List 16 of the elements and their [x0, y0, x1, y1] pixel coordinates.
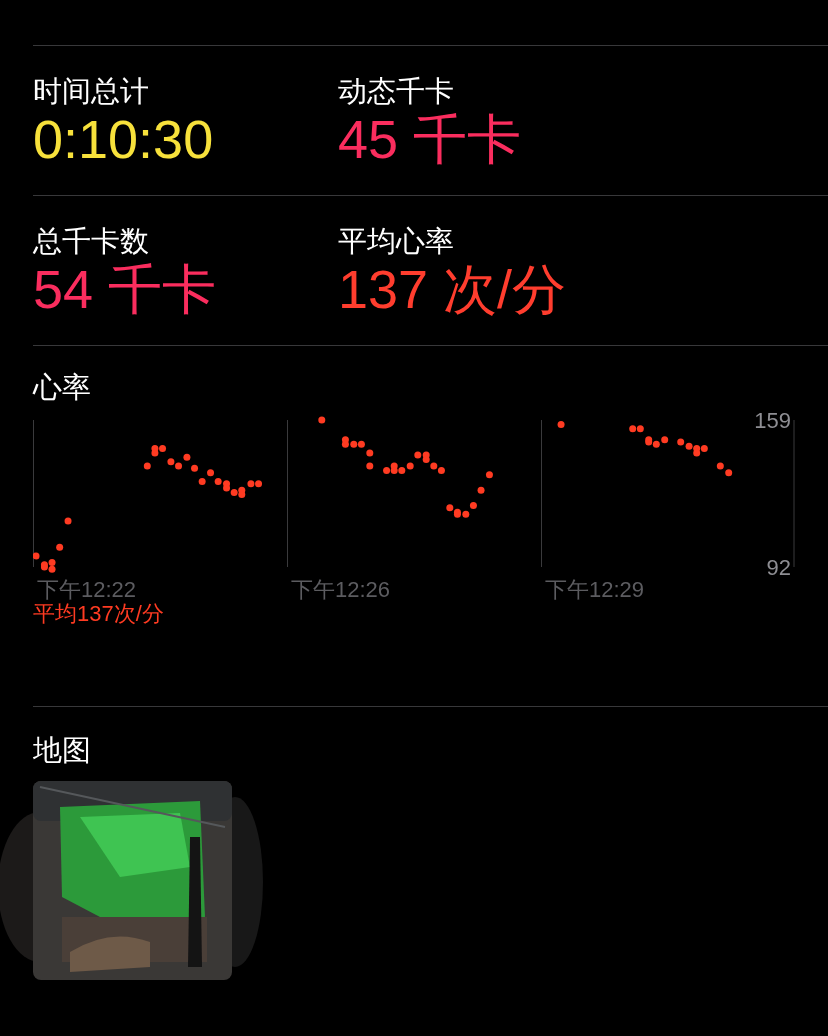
section-title: 心率 — [33, 370, 91, 404]
stat-value: 45 千卡 — [338, 108, 522, 170]
stat-label: 平均心率 — [338, 224, 454, 258]
average-heart-rate: 平均137次/分 — [33, 601, 164, 627]
section-title: 地图 — [33, 733, 91, 767]
stat-value: 0:10:30 — [33, 108, 214, 170]
time-label: 下午12:29 — [545, 577, 645, 602]
time-label: 下午12:22 — [37, 577, 137, 602]
stat-label: 总千卡数 — [33, 224, 149, 258]
stat-label: 时间总计 — [33, 74, 149, 108]
stat-value: 54 千卡 — [33, 258, 217, 320]
axis-value: 92 — [766, 555, 791, 580]
stat-label: 动态千卡 — [338, 74, 454, 108]
time-label: 下午12:26 — [291, 577, 391, 602]
axis-value: 159 — [754, 410, 791, 433]
stat-value: 137 次/分 — [338, 258, 567, 320]
